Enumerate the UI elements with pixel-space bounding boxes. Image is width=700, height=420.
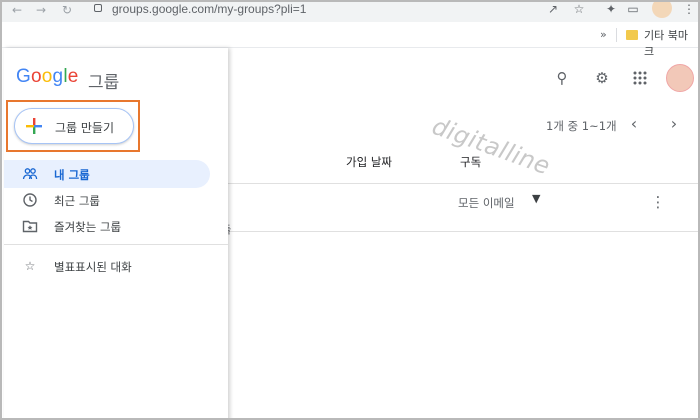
column-header-subscription[interactable]: 구독 xyxy=(460,154,481,170)
create-group-highlight: 그룹 만들기 xyxy=(6,100,140,152)
row-more-options-icon[interactable]: ⋮ xyxy=(650,192,666,212)
folder-star-icon xyxy=(22,218,38,234)
share-icon[interactable]: ↗ xyxy=(546,2,560,16)
sidebar-item-label: 내 그룹 xyxy=(54,168,90,182)
next-page-icon[interactable]: › xyxy=(666,114,682,134)
browser-profile-avatar[interactable] xyxy=(652,2,672,18)
sidebar-item-label: 최근 그룹 xyxy=(54,194,100,208)
bookmarks-overflow-icon[interactable]: » xyxy=(600,28,607,41)
previous-page-icon[interactable]: ‹ xyxy=(626,114,642,134)
product-name: 그룹 xyxy=(88,73,120,93)
plus-icon xyxy=(26,118,42,134)
sidebar: Google 그룹 그룹 만들기 내 그룹 최근 그룹 즐겨찾는 그룹 ☆ 별표… xyxy=(4,48,228,418)
bookmarks-bar: » 기타 북마크 xyxy=(2,22,698,58)
search-icon[interactable]: ⚲ xyxy=(552,68,572,88)
side-panel-icon[interactable]: ▭ xyxy=(626,2,640,16)
url-text: groups.google.com/my-groups?pli=1 xyxy=(112,2,307,16)
create-group-label: 그룹 만들기 xyxy=(55,121,115,135)
sidebar-divider xyxy=(4,244,228,245)
forward-icon[interactable]: → xyxy=(34,2,48,18)
sidebar-item-starred-conversations[interactable]: ☆ 별표표시된 대화 xyxy=(4,252,210,280)
people-icon xyxy=(22,166,38,182)
watermark-text: digitalline xyxy=(428,112,554,181)
settings-gear-icon[interactable]: ⚙ xyxy=(592,68,612,88)
account-avatar[interactable] xyxy=(666,64,694,92)
apps-grid-icon[interactable] xyxy=(630,68,650,88)
address-bar[interactable]: groups.google.com/my-groups?pli=1 xyxy=(84,2,570,20)
screenshot-frame: ← → ↻ groups.google.com/my-groups?pli=1 … xyxy=(0,0,700,420)
back-icon[interactable]: ← xyxy=(10,2,24,18)
table-row-divider xyxy=(228,231,698,232)
other-bookmarks-label[interactable]: 기타 북마크 xyxy=(644,27,698,59)
browser-toolbar: ← → ↻ groups.google.com/my-groups?pli=1 … xyxy=(2,2,698,22)
google-logo[interactable]: Google xyxy=(16,66,79,88)
folder-icon xyxy=(626,30,638,40)
subscription-select[interactable]: 모든 이메일 xyxy=(458,195,515,211)
clock-icon xyxy=(22,192,38,208)
table-header-divider xyxy=(228,183,698,184)
lock-icon xyxy=(94,4,102,12)
sidebar-item-favorite-groups[interactable]: 즐겨찾는 그룹 xyxy=(4,212,210,240)
bookmark-star-icon[interactable]: ☆ xyxy=(572,2,586,16)
sidebar-item-label: 별표표시된 대화 xyxy=(54,260,132,274)
star-icon: ☆ xyxy=(24,259,36,273)
sidebar-item-label: 즐겨찾는 그룹 xyxy=(54,220,122,234)
reload-icon[interactable]: ↻ xyxy=(60,2,74,18)
column-header-joined[interactable]: 가입 날짜 xyxy=(346,154,392,170)
bookmarks-divider xyxy=(616,28,617,42)
sidebar-item-recent-groups[interactable]: 최근 그룹 xyxy=(4,186,210,214)
dropdown-caret-icon[interactable]: ▼ xyxy=(532,192,540,205)
extensions-icon[interactable]: ✦ xyxy=(604,2,618,16)
browser-menu-icon[interactable]: ⋮ xyxy=(682,2,696,16)
sidebar-item-my-groups[interactable]: 내 그룹 xyxy=(4,160,210,188)
create-group-button[interactable]: 그룹 만들기 xyxy=(14,108,134,144)
pagination-label: 1개 중 1~1개 xyxy=(546,119,617,133)
